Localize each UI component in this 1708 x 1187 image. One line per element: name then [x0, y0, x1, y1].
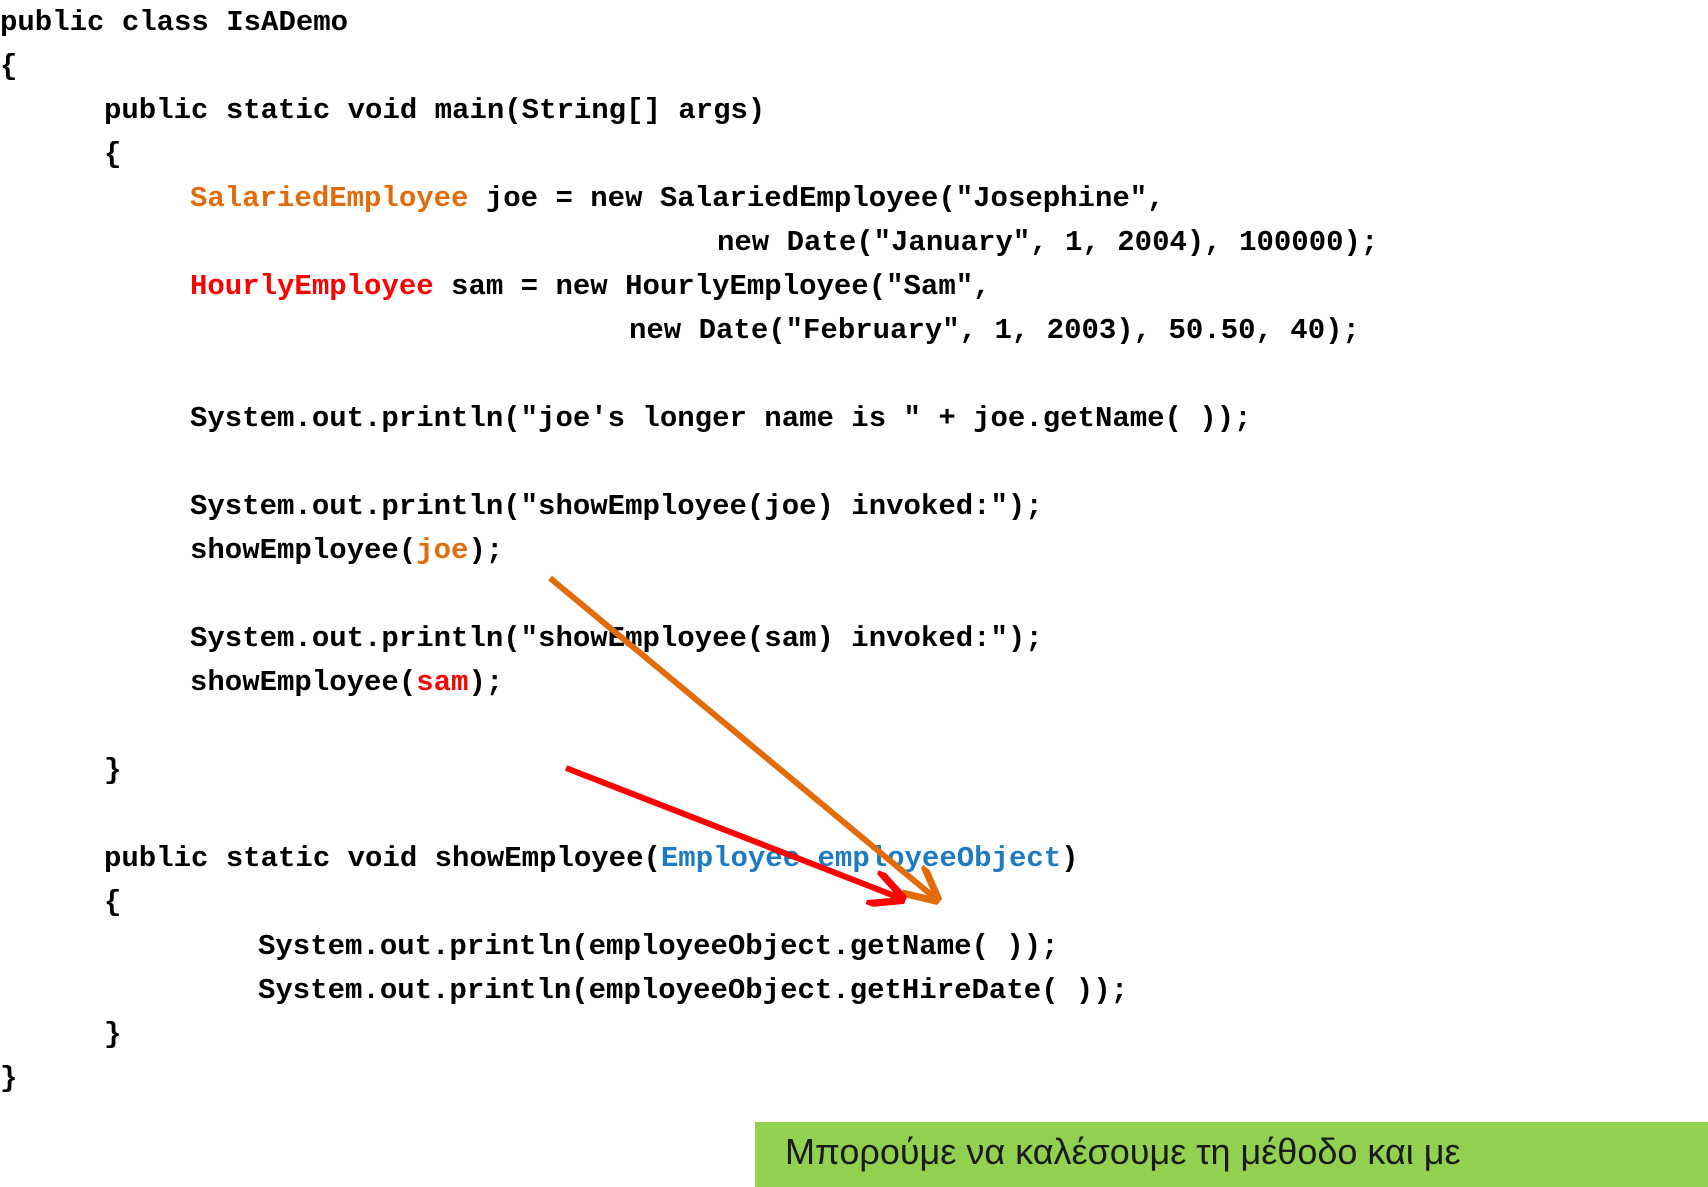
- show-open-brace: {: [104, 886, 122, 919]
- class-declaration: public class IsADemo: [0, 6, 349, 39]
- show-decl-suffix: ): [1061, 842, 1079, 875]
- sam-declaration-continued: new Date("February", 1, 2003), 50.50, 40…: [629, 314, 1360, 347]
- hourly-employee-type: HourlyEmployee: [190, 270, 434, 303]
- joe-argument: joe: [416, 534, 469, 567]
- joe-declaration: SalariedEmployee joe = new SalariedEmplo…: [190, 179, 1165, 219]
- show-decl-prefix: public static void showEmployee(: [104, 842, 661, 875]
- code-listing: public class IsADemo { public static voi…: [0, 0, 1708, 1187]
- sam-argument: sam: [416, 666, 469, 699]
- call-sam-suffix: );: [468, 666, 504, 699]
- main-method-declaration: public static void main(String[] args): [104, 94, 766, 127]
- joe-declaration-continued: new Date("January", 1, 2004), 100000);: [717, 226, 1379, 259]
- employee-parameter: Employee employeeObject: [660, 842, 1062, 875]
- sam-declaration-rest: sam = new HourlyEmployee("Sam",: [433, 270, 991, 303]
- class-close-brace: }: [0, 1062, 18, 1095]
- print-get-name: System.out.println(employeeObject.getNam…: [258, 930, 1059, 963]
- call-sam-prefix: showEmployee(: [190, 666, 417, 699]
- salaried-employee-type: SalariedEmployee: [190, 182, 469, 215]
- note-callout: Μπορούμε να καλέσουμε τη μέθοδο και με: [755, 1122, 1708, 1187]
- print-get-hire-date: System.out.println(employeeObject.getHir…: [258, 974, 1129, 1007]
- call-joe-suffix: );: [468, 534, 504, 567]
- print-longer-name: System.out.println("joe's longer name is…: [190, 402, 1252, 435]
- class-open-brace: {: [0, 50, 18, 83]
- print-show-joe: System.out.println("showEmployee(joe) in…: [190, 490, 1043, 523]
- sam-declaration: HourlyEmployee sam = new HourlyEmployee(…: [190, 267, 991, 307]
- show-close-brace: }: [104, 1018, 122, 1051]
- call-joe-prefix: showEmployee(: [190, 534, 417, 567]
- note-text: Μπορούμε να καλέσουμε τη μέθοδο και με: [785, 1131, 1461, 1172]
- print-show-sam: System.out.println("showEmployee(sam) in…: [190, 622, 1043, 655]
- call-show-employee-sam: showEmployee(sam);: [190, 663, 503, 703]
- call-show-employee-joe: showEmployee(joe);: [190, 531, 503, 571]
- show-employee-declaration: public static void showEmployee(Employee…: [104, 839, 1079, 879]
- main-close-brace: }: [104, 754, 122, 787]
- main-open-brace: {: [104, 138, 122, 171]
- joe-declaration-rest: joe = new SalariedEmployee("Josephine",: [468, 182, 1165, 215]
